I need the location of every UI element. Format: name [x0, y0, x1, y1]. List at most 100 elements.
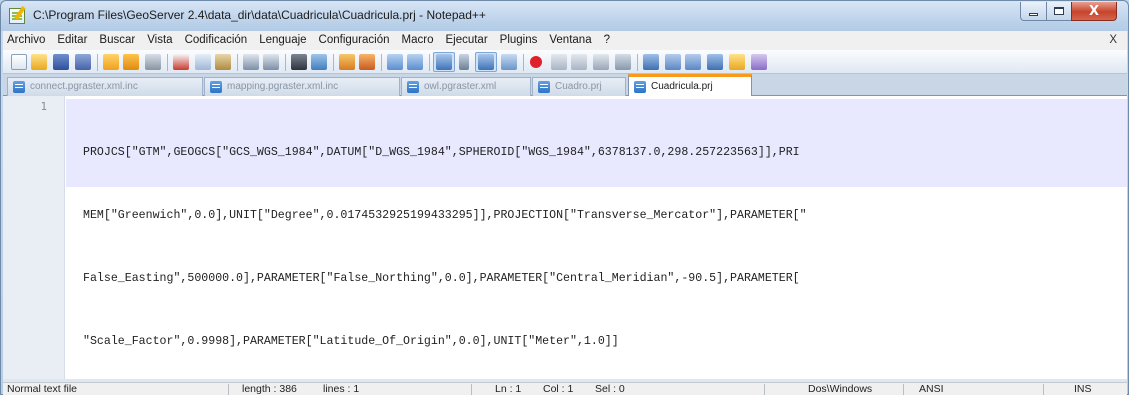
tab-mapping-pgraster[interactable]: mapping.pgraster.xml.inc: [204, 77, 400, 96]
nav-down-icon[interactable]: [685, 54, 701, 70]
toolbar-separator: [381, 54, 382, 71]
indent-guide-icon: [478, 54, 494, 70]
document-icon: [210, 81, 222, 93]
word-wrap-icon: [436, 54, 452, 70]
menu-macro[interactable]: Macro: [396, 31, 440, 50]
toolbar-separator: [237, 54, 238, 71]
close-icon: X: [1088, 3, 1100, 19]
maximize-button[interactable]: [1046, 2, 1072, 21]
run-macro-multiple-icon[interactable]: [593, 54, 609, 70]
status-divider: [764, 384, 765, 395]
tab-cuadricula[interactable]: Cuadricula.prj: [628, 74, 752, 97]
stop-record-icon[interactable]: [551, 54, 567, 70]
plugin-icon[interactable]: [707, 54, 723, 70]
copy-icon[interactable]: [195, 54, 211, 70]
sync-horizontal-icon[interactable]: [407, 54, 423, 70]
menu-bar: Archivo Editar Buscar Vista Codificación…: [3, 31, 1127, 50]
menu-codificacion[interactable]: Codificación: [179, 31, 254, 50]
tab-connect-pgraster[interactable]: connect.pgraster.xml.inc: [7, 77, 203, 96]
notepad-window: C:\Program Files\GeoServer 2.4\data_dir\…: [0, 0, 1129, 395]
sync-vertical-icon[interactable]: [387, 54, 403, 70]
status-divider: [903, 384, 904, 395]
menu-buscar[interactable]: Buscar: [93, 31, 141, 50]
nav-up-icon[interactable]: [665, 54, 681, 70]
line-number-gutter: 1: [3, 96, 65, 379]
toolbar-separator: [429, 54, 430, 71]
menu-editar[interactable]: Editar: [51, 31, 93, 50]
status-col: Col : 1: [543, 383, 574, 395]
toolbar-separator: [637, 54, 638, 71]
replace-icon[interactable]: [311, 54, 327, 70]
tab-bar: connect.pgraster.xml.inc mapping.pgraste…: [3, 74, 1127, 97]
close-window-button[interactable]: X: [1071, 2, 1117, 21]
code-line: "Scale_Factor",0.9998],PARAMETER["Latitu…: [83, 335, 619, 348]
document-icon: [634, 81, 646, 93]
code-line: False_Easting",500000.0],PARAMETER["Fals…: [83, 272, 800, 285]
menu-ejecutar[interactable]: Ejecutar: [439, 31, 493, 50]
title-bar[interactable]: C:\Program Files\GeoServer 2.4\data_dir\…: [1, 1, 1128, 31]
status-divider: [228, 384, 229, 395]
notepad-app-icon[interactable]: [9, 8, 25, 24]
menu-help[interactable]: ?: [598, 31, 616, 50]
menu-lenguaje[interactable]: Lenguaje: [253, 31, 312, 50]
open-file-icon[interactable]: [31, 54, 47, 70]
new-file-icon[interactable]: [11, 54, 27, 70]
menu-ventana[interactable]: Ventana: [543, 31, 597, 50]
status-lines: lines : 1: [323, 383, 360, 395]
document-icon: [13, 81, 25, 93]
redo-icon[interactable]: [263, 54, 279, 70]
tab-label: Cuadro.prj: [555, 81, 602, 92]
spellcheck-icon[interactable]: [643, 54, 659, 70]
status-eol: Dos\Windows: [808, 383, 873, 395]
tab-owl-pgraster[interactable]: owl.pgraster.xml: [401, 77, 531, 96]
menu-archivo[interactable]: Archivo: [3, 31, 51, 50]
tab-cuadro[interactable]: Cuadro.prj: [532, 77, 626, 96]
save-macro-icon[interactable]: [615, 54, 631, 70]
menu-plugins[interactable]: Plugins: [494, 31, 544, 50]
status-sel: Sel : 0: [595, 383, 625, 395]
status-divider: [471, 384, 472, 395]
toolbar-separator: [97, 54, 98, 71]
spell-icon[interactable]: [751, 54, 767, 70]
find-icon[interactable]: [291, 54, 307, 70]
tab-label: owl.pgraster.xml: [424, 81, 497, 92]
window-title: C:\Program Files\GeoServer 2.4\data_dir\…: [33, 8, 486, 22]
show-all-chars-icon[interactable]: [459, 54, 469, 70]
zoom-out-icon[interactable]: [359, 54, 375, 70]
save-icon[interactable]: [53, 54, 69, 70]
save-all-icon[interactable]: [75, 54, 91, 70]
tab-label: Cuadricula.prj: [651, 81, 713, 92]
status-file-type: Normal text file: [7, 383, 78, 395]
maximize-icon: [1054, 7, 1064, 15]
cut-icon[interactable]: [173, 54, 189, 70]
toolbar: [3, 50, 1127, 74]
code-content[interactable]: PROJCS["GTM",GEOGCS["GCS_WGS_1984",DATUM…: [83, 100, 1123, 394]
status-insert-mode: INS: [1074, 383, 1092, 395]
close-document-button[interactable]: X: [1109, 31, 1117, 50]
toolbar-separator: [523, 54, 524, 71]
status-ln: Ln : 1: [495, 383, 522, 395]
status-bar: Normal text file length : 386 lines : 1 …: [3, 382, 1127, 395]
doc-map-icon[interactable]: [501, 54, 517, 70]
code-line: MEM["Greenwich",0.0],UNIT["Degree",0.017…: [83, 209, 807, 222]
menu-vista[interactable]: Vista: [141, 31, 178, 50]
record-macro-icon[interactable]: [530, 56, 542, 68]
undo-icon[interactable]: [243, 54, 259, 70]
status-encoding: ANSI: [919, 383, 944, 395]
paste-icon[interactable]: [215, 54, 231, 70]
print-icon[interactable]: [145, 54, 161, 70]
tab-label: connect.pgraster.xml.inc: [30, 81, 138, 92]
toolbar-separator: [285, 54, 286, 71]
close-file-icon[interactable]: [103, 54, 119, 70]
status-length: length : 386: [242, 383, 297, 395]
close-all-icon[interactable]: [123, 54, 139, 70]
text-editor[interactable]: 1 PROJCS["GTM",GEOGCS["GCS_WGS_1984",DAT…: [3, 96, 1127, 379]
menu-configuracion[interactable]: Configuración: [313, 31, 396, 50]
folder-icon[interactable]: [729, 54, 745, 70]
zoom-in-icon[interactable]: [339, 54, 355, 70]
toolbar-separator: [167, 54, 168, 71]
tab-label: mapping.pgraster.xml.inc: [227, 81, 339, 92]
play-macro-icon[interactable]: [571, 54, 587, 70]
document-icon: [538, 81, 550, 93]
minimize-button[interactable]: [1020, 2, 1047, 21]
